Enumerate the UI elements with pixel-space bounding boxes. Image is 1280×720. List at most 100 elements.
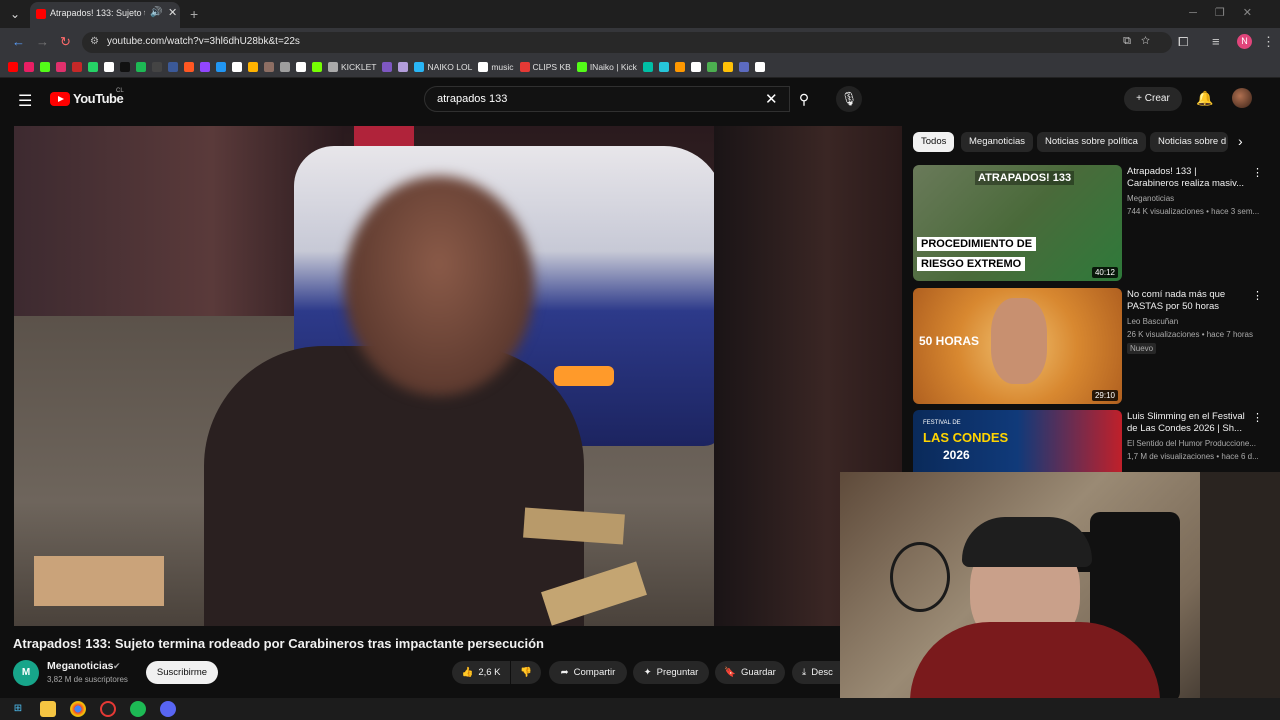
spotify-icon[interactable] [130, 701, 146, 717]
bookmark-icon [104, 61, 114, 72]
bookmark-item[interactable]: INaiko | Kick [576, 61, 637, 72]
bookmark-item[interactable] [722, 61, 733, 72]
site-info-icon[interactable]: ⚙ [90, 36, 99, 47]
bookmark-item[interactable] [296, 61, 306, 72]
rec-channel[interactable]: El Sentido del Humor Produccione... [1127, 439, 1256, 448]
media-controls-icon[interactable]: ≡ [1212, 34, 1220, 49]
bookmark-item[interactable] [24, 61, 34, 72]
chip-todos[interactable]: Todos [913, 132, 955, 152]
like-button[interactable]: 👍 2,6 K [452, 661, 510, 684]
bookmark-item[interactable] [8, 61, 18, 72]
window-controls[interactable]: ─❐✕ [1189, 6, 1270, 19]
reload-icon[interactable]: ↻ [60, 34, 71, 50]
video-player[interactable]: aloneo0o0s0 : [14, 126, 902, 626]
bookmark-item[interactable] [382, 61, 393, 72]
more-options-icon[interactable]: ⋮ [1252, 289, 1263, 302]
forward-icon[interactable]: → [36, 34, 49, 49]
bookmark-item[interactable] [184, 61, 194, 72]
bookmark-item[interactable] [738, 61, 749, 72]
bookmark-item[interactable] [674, 61, 685, 72]
rec-thumbnail[interactable]: 50 HORAS 29:10 [913, 288, 1122, 404]
bookmark-item[interactable] [88, 61, 98, 72]
rec-title[interactable]: No comí nada más que PASTAS por 50 horas [1127, 289, 1249, 313]
chevron-right-icon[interactable]: › [1238, 133, 1243, 149]
share-button[interactable]: ➦ Compartir [549, 661, 627, 684]
chrome-icon[interactable] [70, 701, 86, 717]
bookmark-item[interactable]: NAIKO LOL [414, 61, 472, 72]
microphone-icon[interactable]: 🎙 [836, 86, 862, 112]
bookmark-item[interactable] [152, 61, 162, 72]
chip-meganoticias[interactable]: Meganoticias [961, 132, 1033, 152]
back-icon[interactable]: ← [12, 34, 25, 49]
browser-menu-icon[interactable]: ⋮ [1262, 34, 1275, 50]
subscribe-button[interactable]: Suscribirme [146, 661, 218, 684]
bookmark-icon [478, 61, 489, 72]
hamburger-menu-icon[interactable]: ☰ [18, 91, 32, 111]
bookmark-item[interactable]: music [478, 61, 514, 72]
new-tab-icon[interactable]: + [190, 6, 198, 22]
channel-name[interactable]: Meganoticias [47, 660, 114, 672]
rec-channel[interactable]: Meganoticias [1127, 194, 1174, 203]
bookmark-icon [658, 61, 669, 72]
close-tab-icon[interactable]: ✕ [168, 6, 177, 19]
bookmark-item[interactable] [232, 61, 242, 72]
bookmark-item[interactable] [658, 61, 669, 72]
bookmark-item[interactable] [104, 61, 114, 72]
bookmark-item[interactable] [72, 61, 82, 72]
fan-shape [890, 542, 950, 612]
bookmark-item[interactable] [216, 61, 226, 72]
youtube-logo[interactable]: YouTube [50, 91, 124, 106]
more-options-icon[interactable]: ⋮ [1252, 166, 1263, 179]
dislike-button[interactable]: 👎 [511, 661, 541, 684]
bookmark-item[interactable] [136, 61, 146, 72]
bookmark-item[interactable] [280, 61, 290, 72]
chip-politica[interactable]: Noticias sobre política [1037, 132, 1146, 152]
bookmark-item[interactable]: CLIPS KB [519, 61, 571, 72]
bookmark-item[interactable] [200, 61, 210, 72]
bookmark-item[interactable] [690, 61, 701, 72]
notifications-bell-icon[interactable]: 🔔 [1196, 90, 1213, 107]
more-options-icon[interactable]: ⋮ [1252, 411, 1263, 424]
account-avatar[interactable] [1232, 88, 1252, 108]
extensions-icon[interactable]: ⧠ [1178, 34, 1188, 50]
rec-thumbnail[interactable]: FESTIVAL DE LAS CONDES 2026 [913, 410, 1122, 472]
bookmark-item[interactable]: KICKLET [328, 61, 376, 72]
bookmark-item[interactable] [754, 61, 765, 72]
rec-title[interactable]: Atrapados! 133 | Carabineros realiza mas… [1127, 166, 1249, 190]
bookmark-item[interactable] [706, 61, 717, 72]
bookmark-item[interactable] [264, 61, 274, 72]
bookmark-item[interactable] [40, 61, 50, 72]
omnibox-actions[interactable]: ⧉☆ [1123, 35, 1160, 48]
windows-start-icon[interactable]: ⊞ [10, 701, 26, 717]
create-button[interactable]: + Crear [1124, 87, 1182, 111]
ask-button[interactable]: ✦ Preguntar [633, 661, 709, 684]
search-input[interactable]: atrapados 133 ✕ [424, 86, 790, 112]
bookmark-item[interactable] [120, 61, 130, 72]
channel-avatar[interactable]: M [13, 660, 39, 686]
rec-title[interactable]: Luis Slimming en el Festival de Las Cond… [1127, 411, 1249, 435]
search-icon[interactable]: ⚲ [790, 86, 818, 112]
bookmark-item[interactable] [248, 61, 258, 72]
bookmark-item[interactable] [398, 61, 409, 72]
bookmark-item[interactable] [312, 61, 322, 72]
bookmark-item[interactable] [642, 61, 653, 72]
discord-icon[interactable] [160, 701, 176, 717]
active-tab[interactable]: Atrapados! 133: Sujeto ter 🔊 ✕ [30, 2, 180, 28]
rec-channel[interactable]: Leo Bascuñan [1127, 317, 1178, 326]
rec-thumbnail[interactable]: ATRAPADOS! 133 PROCEDIMIENTO DE RIESGO E… [913, 165, 1122, 281]
bookmark-item[interactable] [168, 61, 178, 72]
rec-meta: 26 K visualizaciones • hace 7 horas [1127, 330, 1253, 339]
chip-noticias-d[interactable]: Noticias sobre d [1150, 132, 1228, 152]
audio-playing-icon[interactable]: 🔊 [150, 7, 162, 18]
thumb-caption: RIESGO EXTREMO [917, 257, 1026, 271]
download-button[interactable]: ⤓ Desc [792, 661, 840, 684]
address-bar[interactable]: ⚙ youtube.com/watch?v=3hl6dhU28bk&t=22s … [82, 32, 1172, 53]
clear-search-icon[interactable]: ✕ [765, 90, 778, 108]
share-icon: ➦ [560, 667, 569, 678]
save-button[interactable]: 🔖 Guardar [715, 661, 785, 684]
app-icon[interactable] [100, 701, 116, 717]
profile-avatar[interactable]: N [1237, 34, 1252, 49]
file-explorer-icon[interactable] [40, 701, 56, 717]
tab-search-icon[interactable]: ⌄ [6, 5, 24, 23]
bookmark-item[interactable] [56, 61, 66, 72]
